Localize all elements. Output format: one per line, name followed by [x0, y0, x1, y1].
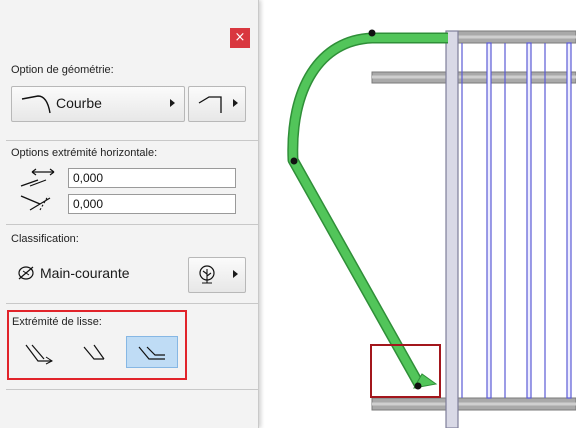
classification-value: Main-courante: [40, 265, 130, 281]
angled-offset-field[interactable]: 0,000: [68, 194, 236, 214]
divider: [6, 140, 258, 141]
chevron-right-icon: [233, 99, 238, 107]
rail-end-section-label: Extrémité de lisse:: [12, 316, 102, 328]
baluster: [566, 42, 572, 399]
classification-section-label: Classification:: [11, 233, 79, 245]
rail-end-option-straight[interactable]: [126, 336, 178, 368]
divider: [6, 224, 258, 225]
curve-geometry-label: Courbe: [56, 95, 102, 111]
close-button[interactable]: ×: [230, 28, 250, 48]
divider: [6, 303, 258, 304]
angle-geometry-dropdown[interactable]: [188, 86, 246, 122]
curve-shape-icon: [21, 95, 51, 114]
horizontal-offset-field[interactable]: 0,000: [68, 168, 236, 188]
rail-settings-panel: × Option de géométrie: Courbe Options ex…: [0, 0, 259, 428]
control-point[interactable]: [290, 157, 298, 165]
classification-tree-icon: [199, 265, 215, 284]
rail-end-straight-icon: [138, 346, 165, 360]
chevron-right-icon: [233, 270, 238, 278]
geometry-section-label: Option de géométrie:: [11, 64, 114, 76]
curve-geometry-dropdown[interactable]: Courbe: [11, 86, 185, 122]
horizontal-offset-icon: [20, 168, 55, 187]
rail-end-option-angled[interactable]: [72, 337, 124, 369]
baluster-group[interactable]: [445, 30, 572, 428]
top-rail[interactable]: [447, 30, 576, 44]
rail-end-option-return[interactable]: [18, 337, 70, 369]
horizontal-end-section-label: Options extrémité horizontale:: [11, 147, 158, 159]
baluster: [445, 30, 459, 428]
classification-picker[interactable]: [188, 257, 246, 293]
chevron-right-icon: [170, 99, 175, 107]
rail-end-callout-box: [370, 344, 441, 398]
angle-shape-icon: [198, 96, 222, 113]
control-point[interactable]: [368, 29, 376, 37]
bottom-rail[interactable]: [371, 397, 576, 411]
baluster: [486, 42, 492, 399]
baluster: [526, 42, 532, 399]
rail-end-angled-icon: [83, 344, 105, 360]
angled-offset-icon: [20, 195, 51, 211]
rail-end-return-icon: [25, 344, 53, 365]
divider: [6, 389, 258, 390]
handrail-path[interactable]: [287, 32, 448, 389]
handrail-class-icon: [18, 266, 34, 280]
